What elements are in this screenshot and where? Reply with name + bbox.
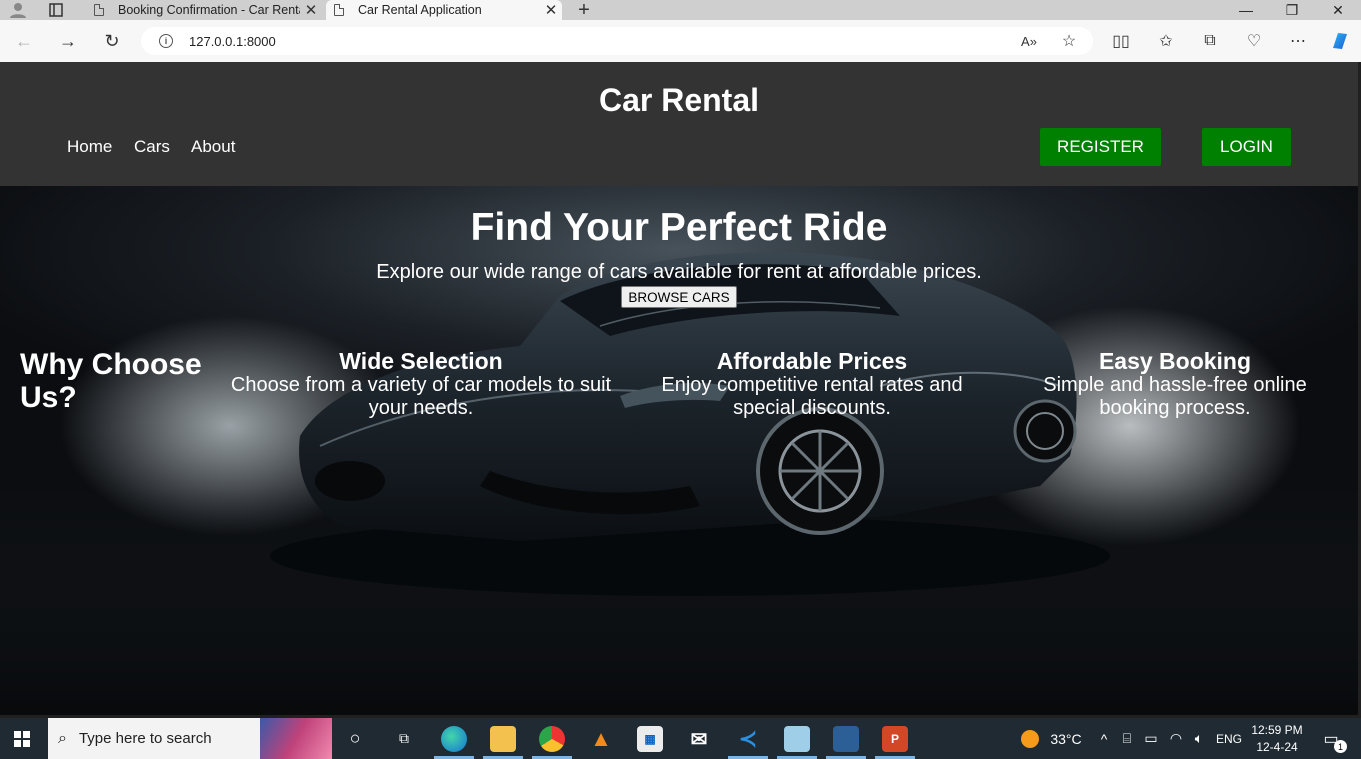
favorites-icon[interactable]: ✩ [1152, 28, 1180, 54]
input-language[interactable]: ENG [1212, 718, 1246, 759]
microsoft-store-icon[interactable]: ▦ [637, 726, 663, 752]
hero-title: Find Your Perfect Ride [470, 206, 888, 249]
nav-home-link[interactable]: Home [67, 137, 112, 157]
workspaces-icon[interactable] [44, 0, 68, 20]
hero-subtitle: Explore our wide range of cars available… [376, 261, 982, 283]
search-icon: ⌕ [58, 729, 67, 747]
more-menu-icon[interactable]: ⋯ [1284, 28, 1312, 54]
chevron-up-icon[interactable]: ^ [1095, 718, 1113, 759]
clock[interactable]: 12:59 PM 12-4-24 [1248, 718, 1306, 759]
feature-text: Enjoy competitive rental rates and speci… [661, 374, 963, 419]
tab-car-rental-application[interactable]: Car Rental Application ✕ [326, 0, 562, 20]
file-explorer-icon[interactable] [490, 726, 516, 752]
weather-sun-icon[interactable] [1019, 718, 1041, 759]
task-view-icon[interactable]: ⧉ [389, 718, 419, 759]
register-button[interactable]: REGISTER [1040, 128, 1161, 166]
feature-title: Easy Booking [1098, 348, 1252, 374]
nav-about-link[interactable]: About [191, 137, 235, 157]
read-aloud-icon[interactable]: A» [1015, 28, 1043, 54]
browser-tab-bar: Booking Confirmation - Car Rental ✕ Car … [0, 0, 1361, 21]
feature-affordable-prices: Affordable Prices Enjoy competitive rent… [656, 348, 968, 420]
new-tab-icon[interactable]: + [572, 0, 596, 21]
volume-icon[interactable]: 🔈︎ [1189, 718, 1209, 759]
windows-start-icon[interactable] [0, 718, 44, 759]
refresh-icon[interactable]: ↻ [97, 28, 127, 54]
split-screen-icon[interactable]: ▯▯ [1107, 28, 1135, 54]
vscode-icon[interactable]: ≺ [735, 726, 761, 752]
feature-easy-booking: Easy Booking Simple and hassle-free onli… [1036, 348, 1314, 420]
clock-date: 12-4-24 [1256, 739, 1298, 754]
url-text[interactable]: 127.0.0.1:8000 [189, 34, 276, 49]
chrome-icon[interactable] [539, 726, 565, 752]
search-placeholder: Type here to search [78, 730, 212, 747]
browser-essentials-icon[interactable]: ♡ [1240, 28, 1268, 54]
hero-section: Find Your Perfect Ride Explore our wide … [0, 186, 1358, 715]
clock-time: 12:59 PM [1251, 722, 1303, 737]
feature-title: Affordable Prices [716, 348, 908, 374]
close-tab-icon[interactable]: ✕ [300, 1, 322, 19]
site-header: Car Rental Home Cars About REGISTER LOGI… [0, 62, 1358, 186]
address-bar[interactable]: i 127.0.0.1:8000 [141, 27, 1093, 55]
vlc-icon[interactable]: ▲ [588, 726, 614, 752]
feature-text: Choose from a variety of car models to s… [230, 374, 612, 419]
mail-icon[interactable]: ✉ [686, 726, 712, 752]
edge-browser-icon[interactable] [441, 726, 467, 752]
close-tab-icon[interactable]: ✕ [540, 1, 562, 19]
taskbar-search-box[interactable]: ⌕ Type here to search [48, 718, 332, 759]
copilot-icon[interactable] [1326, 28, 1354, 54]
windows-taskbar: ⌕ Type here to search ○ ⧉ ▲ ▦ ✉ ≺ P 33°C… [0, 718, 1361, 759]
weather-temperature[interactable]: 33°C [1046, 718, 1086, 759]
site-title: Car Rental [598, 82, 760, 118]
notification-count-badge: 1 [1334, 740, 1347, 753]
mysql-workbench-icon[interactable] [833, 726, 859, 752]
page-icon [334, 4, 344, 16]
meet-now-icon[interactable]: ⌸ [1117, 718, 1137, 759]
profile-icon[interactable] [6, 0, 30, 20]
favorite-star-icon[interactable]: ☆ [1055, 28, 1083, 54]
search-highlight-image [260, 718, 332, 759]
wifi-icon[interactable]: ◠ [1165, 718, 1187, 759]
collections-icon[interactable]: ⧉ [1196, 28, 1224, 54]
feature-wide-selection: Wide Selection Choose from a variety of … [226, 348, 616, 420]
tab-title: Booking Confirmation - Car Rental [118, 3, 300, 17]
feature-text: Simple and hassle-free online booking pr… [1043, 374, 1307, 419]
powerpoint-icon[interactable]: P [882, 726, 908, 752]
browser-toolbar: ← → ↻ i 127.0.0.1:8000 A» ☆ ▯▯ ✩ ⧉ ♡ ⋯ [0, 20, 1361, 62]
tab-title: Car Rental Application [358, 3, 482, 17]
login-button[interactable]: LOGIN [1202, 128, 1291, 166]
minimize-icon[interactable]: — [1226, 0, 1266, 20]
back-icon[interactable]: ← [9, 28, 39, 54]
tab-booking-confirmation[interactable]: Booking Confirmation - Car Rental ✕ [86, 0, 322, 20]
feature-title: Wide Selection [339, 348, 503, 374]
web-page: Car Rental Home Cars About REGISTER LOGI… [0, 62, 1358, 715]
site-info-icon[interactable]: i [159, 34, 173, 48]
page-icon [94, 4, 104, 16]
nav-cars-link[interactable]: Cars [134, 137, 170, 157]
cortana-icon[interactable]: ○ [340, 718, 370, 759]
close-window-icon[interactable]: ✕ [1318, 0, 1358, 20]
notepad-icon[interactable] [784, 726, 810, 752]
why-choose-us-heading: Why Choose Us? [20, 348, 202, 414]
browse-cars-button[interactable]: BROWSE CARS [621, 286, 737, 308]
battery-icon[interactable]: ▭ [1141, 718, 1161, 759]
forward-icon[interactable]: → [53, 28, 83, 54]
restore-icon[interactable]: ❐ [1272, 0, 1312, 20]
